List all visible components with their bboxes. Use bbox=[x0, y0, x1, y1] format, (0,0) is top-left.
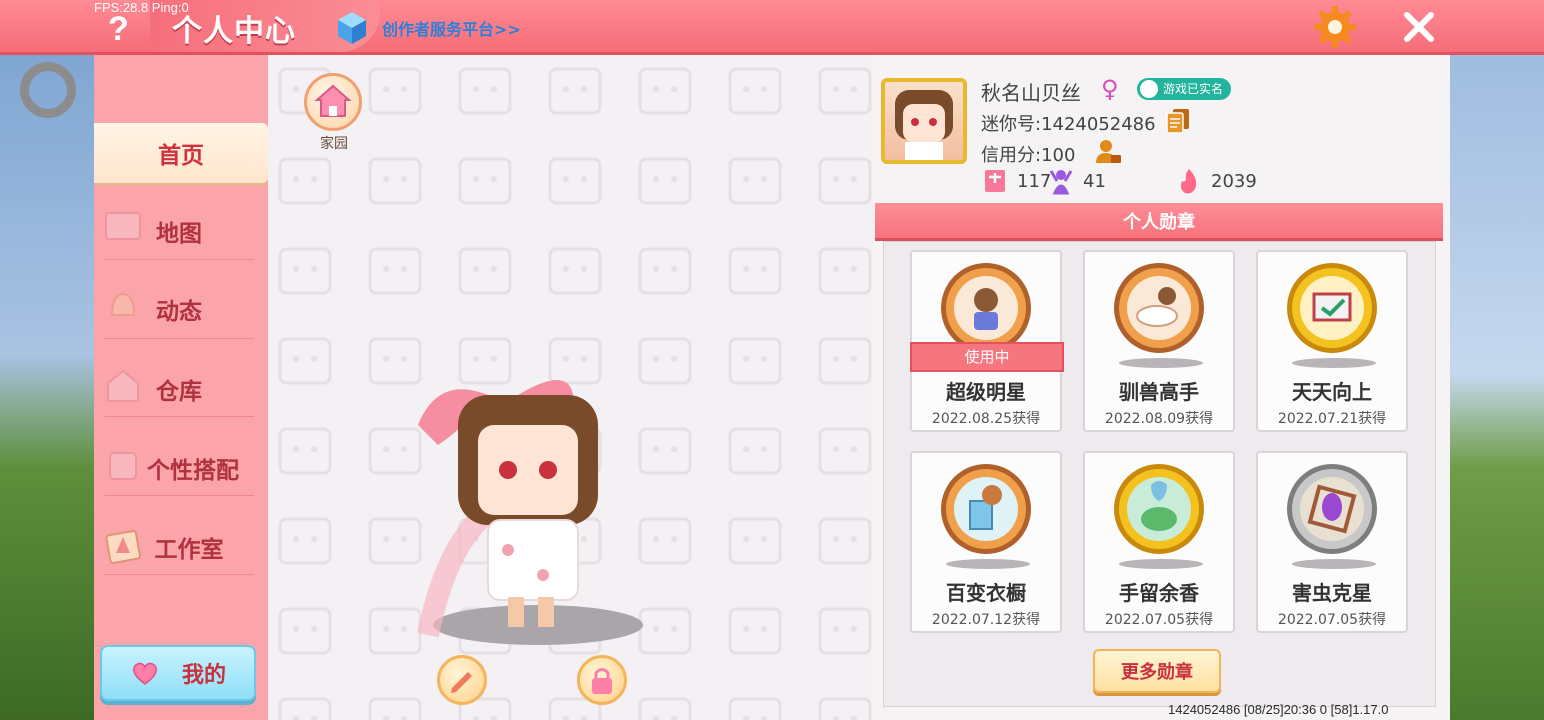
mine-button-label: 我的 bbox=[181, 663, 226, 688]
badge-card[interactable]: 驯兽高手 2022.08.09获得 bbox=[1083, 250, 1235, 432]
stat-value: 2039 bbox=[1211, 170, 1257, 192]
medal-shadow bbox=[1119, 559, 1203, 569]
badge-date: 2022.07.21获得 bbox=[1277, 411, 1387, 427]
badge-name: 害虫克星 bbox=[1292, 581, 1372, 605]
badge-name: 超级明星 bbox=[946, 380, 1026, 404]
medal-shadow bbox=[1292, 358, 1376, 368]
person-icon[interactable] bbox=[1093, 137, 1123, 167]
close-icon[interactable] bbox=[1398, 6, 1440, 48]
badge-name: 驯兽高手 bbox=[1119, 380, 1199, 404]
nav-item-warehouse[interactable]: 仓库 bbox=[94, 359, 264, 419]
badge-name: 手留余香 bbox=[1119, 581, 1199, 605]
medal-wardrobe-icon bbox=[941, 464, 1031, 554]
nav-divider bbox=[104, 574, 254, 575]
verified-label: 游戏已实名 bbox=[1163, 82, 1224, 96]
verified-person-icon bbox=[1140, 80, 1158, 98]
pencil-icon bbox=[451, 672, 472, 693]
nav-item-home[interactable]: 首页 bbox=[94, 123, 268, 183]
profile-panel: 秋名山贝丝 ♀ 游戏已实名 迷你号:1424052486 信用分:100 117… bbox=[873, 55, 1450, 720]
badge-name: 百变衣橱 bbox=[946, 581, 1026, 605]
edit-button[interactable] bbox=[437, 655, 487, 705]
flag-icon bbox=[985, 170, 1005, 192]
avatar-showcase: 家园 bbox=[268, 55, 873, 720]
home-button[interactable] bbox=[304, 73, 362, 131]
heart-icon bbox=[132, 662, 157, 685]
stat-popularity: 2039 bbox=[1175, 167, 1257, 195]
nav-item-label: 工作室 bbox=[154, 537, 224, 563]
home-label: 家园 bbox=[320, 136, 348, 152]
badge-card[interactable]: 害虫克星 2022.07.05获得 bbox=[1256, 451, 1408, 633]
badge-card[interactable]: 手留余香 2022.07.05获得 bbox=[1083, 451, 1235, 633]
side-nav: 首页 地图 动态 仓库 个性搭配 工作室 我的 bbox=[94, 55, 268, 720]
nickname: 秋名山贝丝 bbox=[981, 81, 1081, 105]
lock-button[interactable] bbox=[577, 655, 627, 705]
nav-divider bbox=[104, 495, 254, 496]
mini-id: 迷你号:1424052486 bbox=[981, 114, 1156, 135]
gear-icon[interactable] bbox=[1312, 4, 1358, 50]
female-icon: ♀ bbox=[1101, 75, 1119, 103]
nav-item-label: 个性搭配 bbox=[147, 458, 239, 484]
more-badges-button[interactable]: 更多勋章 bbox=[1093, 649, 1221, 693]
badge-date: 2022.07.05获得 bbox=[1277, 612, 1387, 628]
stat-flag: 117 bbox=[981, 167, 1051, 195]
scenery-left bbox=[0, 55, 94, 720]
screen-record-button[interactable] bbox=[20, 62, 76, 118]
player-character bbox=[417, 380, 643, 645]
more-badges-label: 更多勋章 bbox=[1121, 662, 1193, 683]
build-info: 1424052486 [08/25]20:36 0 [58]1.17.0 bbox=[1168, 702, 1389, 717]
badge-date: 2022.07.12获得 bbox=[931, 612, 1041, 628]
credit-score: 信用分:100 bbox=[981, 145, 1076, 166]
flame-icon bbox=[1181, 169, 1197, 194]
nav-item-studio[interactable]: 工作室 bbox=[94, 517, 264, 577]
medal-shadow bbox=[946, 559, 1030, 569]
house-icon bbox=[314, 84, 352, 117]
cheer-icon bbox=[1049, 170, 1073, 195]
nav-divider bbox=[104, 259, 254, 260]
nav-item-label: 首页 bbox=[158, 143, 204, 169]
medal-shadow bbox=[1119, 358, 1203, 368]
nav-divider bbox=[104, 416, 254, 417]
avatar-portrait bbox=[895, 90, 953, 160]
badge-card[interactable]: 天天向上 2022.07.21获得 bbox=[1256, 250, 1408, 432]
page-title: 个人中心 bbox=[172, 14, 296, 49]
medal-pest-buster-icon bbox=[1287, 464, 1377, 554]
nav-item-label: 仓库 bbox=[156, 379, 202, 405]
avatar[interactable] bbox=[881, 78, 967, 164]
verified-badge: 游戏已实名 bbox=[1137, 78, 1232, 100]
badge-card[interactable]: 使用中 超级明星 2022.08.25获得 bbox=[910, 250, 1064, 432]
mine-button[interactable]: 我的 bbox=[100, 645, 256, 701]
help-icon[interactable]: ? bbox=[108, 10, 129, 49]
badge-name: 天天向上 bbox=[1292, 380, 1372, 404]
medal-progress-icon bbox=[1287, 263, 1377, 353]
medal-beast-tamer-icon bbox=[1114, 263, 1204, 353]
nav-item-map[interactable]: 地图 bbox=[94, 201, 264, 261]
creator-platform-link[interactable]: 创作者服务平台>> bbox=[382, 16, 521, 40]
badge-grid: 使用中 超级明星 2022.08.25获得 驯兽高手 2022.08.09获得 bbox=[883, 241, 1436, 707]
nav-divider bbox=[104, 338, 254, 339]
badge-date: 2022.08.25获得 bbox=[931, 411, 1041, 427]
badge-date: 2022.08.09获得 bbox=[1104, 411, 1214, 427]
nav-item-label: 地图 bbox=[156, 221, 202, 247]
stat-value: 41 bbox=[1083, 170, 1106, 192]
in-use-tag: 使用中 bbox=[910, 342, 1064, 372]
copy-icon[interactable] bbox=[1165, 107, 1191, 135]
lock-icon bbox=[592, 668, 612, 694]
badge-date: 2022.07.05获得 bbox=[1104, 612, 1214, 628]
badge-section-header: 个人勋章 bbox=[875, 203, 1443, 241]
badge-section-title: 个人勋章 bbox=[1123, 211, 1195, 233]
medal-fragrance-icon bbox=[1114, 464, 1204, 554]
scenery-right bbox=[1448, 55, 1544, 720]
nav-item-outfit[interactable]: 个性搭配 bbox=[94, 438, 264, 498]
badge-card[interactable]: 百变衣橱 2022.07.12获得 bbox=[910, 451, 1062, 633]
nav-item-label: 动态 bbox=[156, 299, 202, 325]
stat-cheer: 41 bbox=[1047, 167, 1106, 195]
cube-icon bbox=[338, 12, 366, 44]
nav-item-feed[interactable]: 动态 bbox=[94, 279, 264, 339]
medal-shadow bbox=[1292, 559, 1376, 569]
